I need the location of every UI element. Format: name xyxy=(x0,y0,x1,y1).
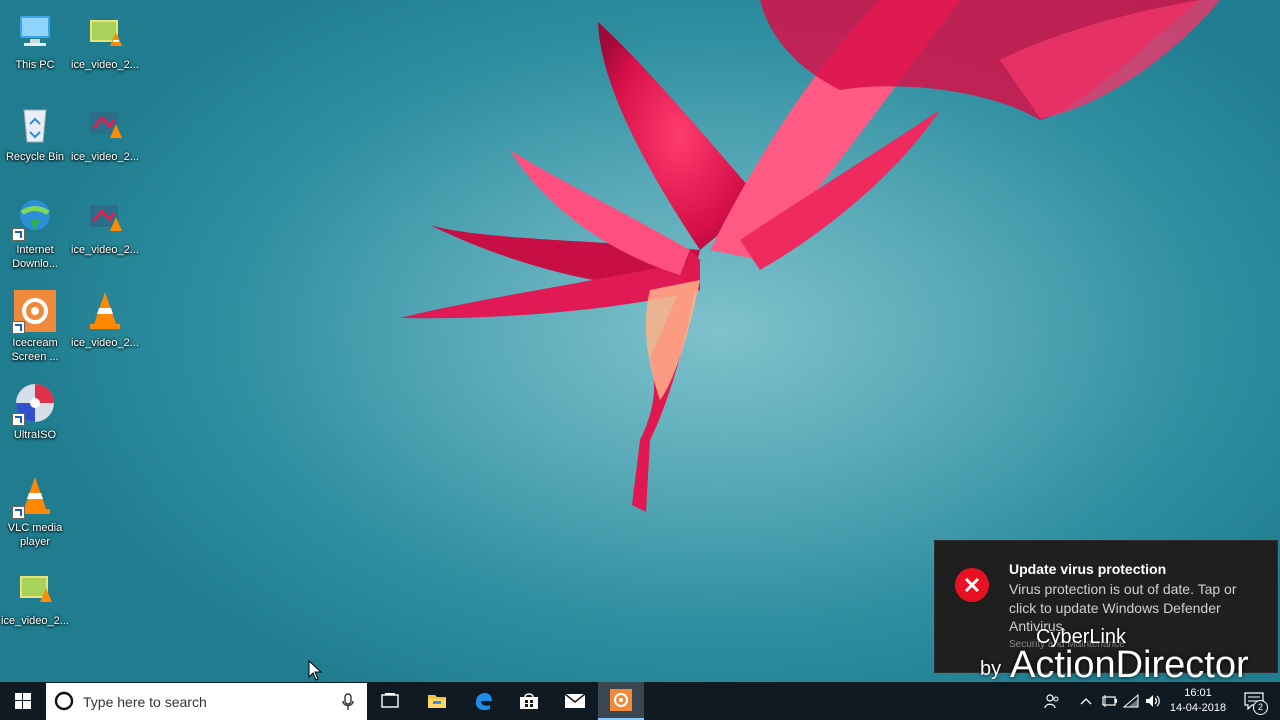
mouse-cursor-icon xyxy=(308,660,322,681)
icecream-recorder-icon xyxy=(12,288,58,334)
icon-label: ice_video_2... xyxy=(71,151,139,163)
error-x-icon xyxy=(955,568,989,602)
watermark-actiondirector: ActionDirector xyxy=(1010,644,1249,686)
power-icon xyxy=(1102,695,1117,707)
taskbar-search-box[interactable]: Type here to search xyxy=(46,683,367,720)
search-placeholder: Type here to search xyxy=(83,694,207,710)
video-file-icon xyxy=(82,10,128,56)
video-file-icon xyxy=(82,102,128,148)
network-button[interactable] xyxy=(1120,682,1142,720)
desktop-icon-ice-video-1[interactable]: ice_video_2... xyxy=(70,10,140,72)
icon-label: ice_video_2... xyxy=(1,615,69,627)
shortcut-arrow-icon xyxy=(12,321,25,334)
desktop-icon-recycle-bin[interactable]: Recycle Bin xyxy=(0,102,70,164)
icon-label: UltraISO xyxy=(13,429,57,441)
store-icon xyxy=(520,693,538,709)
icon-label: ice_video_2... xyxy=(71,337,139,349)
shortcut-arrow-icon xyxy=(12,228,25,241)
file-explorer-button[interactable] xyxy=(414,682,460,720)
icon-label: This PC xyxy=(15,59,55,71)
desktop-icon-ice-video-2[interactable]: ice_video_2... xyxy=(70,102,140,164)
clock-time: 16:01 xyxy=(1184,687,1212,699)
chevron-up-icon xyxy=(1080,698,1092,705)
desktop-icon-ice-video-3[interactable]: ice_video_2... xyxy=(70,195,140,257)
icon-label: ice_video_2... xyxy=(71,244,139,256)
microphone-icon[interactable] xyxy=(342,693,354,711)
desktop-icon-vlc-media-player[interactable]: VLC media player xyxy=(0,473,70,549)
clock[interactable]: 16:01 14-04-2018 xyxy=(1166,682,1230,720)
start-button[interactable] xyxy=(0,682,46,720)
volume-button[interactable] xyxy=(1142,682,1166,720)
people-icon xyxy=(1044,694,1059,709)
desktop-icon-ice-video-5[interactable]: ice_video_2... xyxy=(0,566,70,628)
action-center-button[interactable]: 2 xyxy=(1236,682,1272,720)
cortana-circle-icon xyxy=(54,691,74,711)
power-status-button[interactable] xyxy=(1098,682,1120,720)
clock-date: 14-04-2018 xyxy=(1169,702,1227,714)
wifi-icon xyxy=(1123,694,1139,708)
notification-title: Update virus protection xyxy=(1009,561,1167,577)
file-explorer-icon xyxy=(428,695,446,708)
mail-button[interactable] xyxy=(552,682,598,720)
windows-logo-icon xyxy=(15,693,31,709)
vlc-cone-icon xyxy=(82,288,128,334)
icecream-recorder-icon xyxy=(610,689,632,711)
desktop-icon-ice-video-4[interactable]: ice_video_2... xyxy=(70,288,140,350)
desktop-icon-this-pc[interactable]: This PC xyxy=(0,10,70,72)
edge-button[interactable] xyxy=(460,682,506,720)
shortcut-arrow-icon xyxy=(12,506,25,519)
globe-download-icon xyxy=(12,195,58,241)
icon-label: ice_video_2... xyxy=(71,59,139,71)
people-button[interactable] xyxy=(1040,682,1064,720)
icon-label: Internet Downlo... xyxy=(12,244,58,270)
desktop-icon-icecream-screen-recorder[interactable]: Icecream Screen ... xyxy=(0,288,70,364)
task-view-icon xyxy=(381,693,399,708)
vlc-cone-icon xyxy=(12,473,58,519)
icecream-recorder-taskbar-button[interactable] xyxy=(598,682,644,720)
video-file-icon xyxy=(82,195,128,241)
icon-label: Recycle Bin xyxy=(5,151,65,163)
volume-icon xyxy=(1146,695,1160,707)
shortcut-arrow-icon xyxy=(12,413,25,426)
watermark-by: by xyxy=(980,658,1002,680)
icon-label: VLC media player xyxy=(7,522,63,548)
cyberlink-watermark: CyberLink by ActionDirector xyxy=(966,616,1280,686)
video-file-icon xyxy=(12,566,58,612)
this-pc-icon xyxy=(12,10,58,56)
icon-label: Icecream Screen ... xyxy=(11,337,59,363)
store-button[interactable] xyxy=(506,682,552,720)
action-center-badge: 2 xyxy=(1253,700,1268,715)
recycle-bin-icon xyxy=(12,102,58,148)
task-view-button[interactable] xyxy=(368,682,412,720)
edge-icon xyxy=(475,693,492,711)
disc-icon xyxy=(12,380,58,426)
desktop-icon-ultraiso[interactable]: UltraISO xyxy=(0,380,70,442)
desktop-icon-internet-download-manager[interactable]: Internet Downlo... xyxy=(0,195,70,271)
mail-icon xyxy=(564,693,586,708)
show-hidden-icons-button[interactable] xyxy=(1076,682,1096,720)
